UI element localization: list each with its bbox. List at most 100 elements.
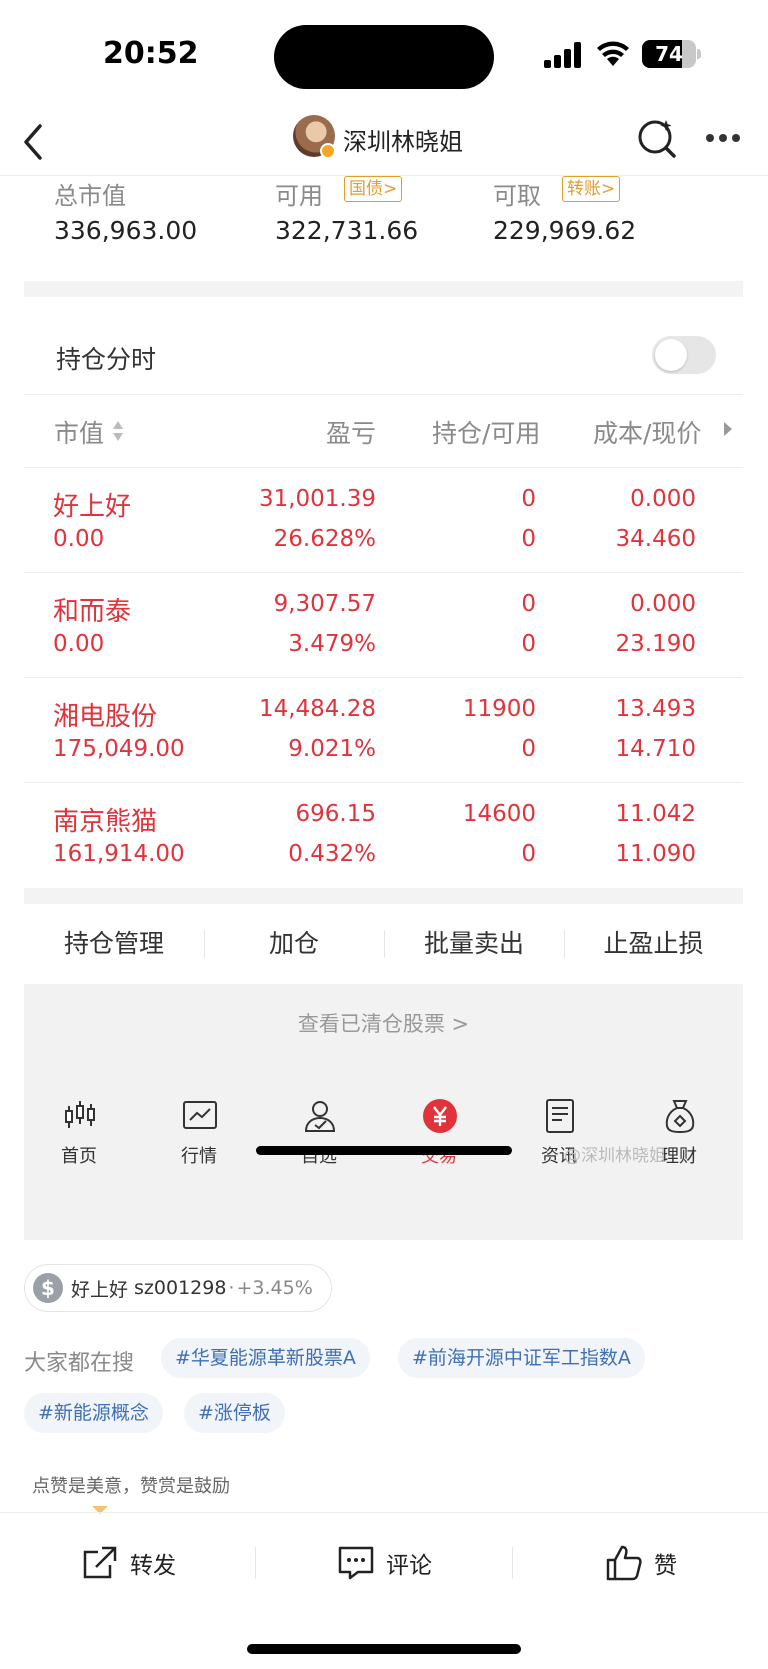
- topic-tag[interactable]: #新能源概念: [24, 1393, 163, 1433]
- back-icon[interactable]: [18, 120, 48, 164]
- share-icon: [83, 1546, 117, 1579]
- topic-tag[interactable]: #前海开源中证军工指数A: [398, 1338, 645, 1378]
- position-actions: 持仓管理 加仓 批量卖出 止盈止损: [24, 904, 743, 984]
- position: 14600: [462, 801, 536, 827]
- inner-home-indicator: [256, 1146, 512, 1155]
- tab-home[interactable]: 首页: [24, 1086, 134, 1180]
- col-header-pnl: 盈亏: [325, 419, 376, 448]
- intraday-position-label: 持仓分时: [56, 345, 157, 374]
- intraday-position-toggle[interactable]: [652, 336, 716, 374]
- position: 0: [521, 486, 536, 512]
- more-icon[interactable]: [702, 134, 744, 144]
- batch-sell-button[interactable]: 批量卖出: [384, 904, 564, 984]
- comment-icon: [338, 1546, 374, 1580]
- holding-row[interactable]: 好上好 0.00 31,001.39 26.628% 0 0 0.000 34.…: [24, 468, 743, 572]
- tab-trade[interactable]: 交易: [384, 1086, 494, 1180]
- add-position-button[interactable]: 加仓: [204, 904, 384, 984]
- stock-name: 南京熊猫: [53, 807, 158, 837]
- post-action-bar: 转发 评论 赞: [0, 1512, 768, 1612]
- topic-tag[interactable]: #华夏能源革新股票A: [161, 1338, 370, 1378]
- col-header-position: 持仓/可用: [432, 419, 541, 448]
- pnl-percent: 26.628%: [273, 526, 376, 552]
- comment-label: 评论: [386, 1553, 432, 1579]
- pnl-percent: 3.479%: [288, 631, 376, 657]
- divider: [512, 1547, 513, 1579]
- holding-row[interactable]: 湘电股份 175,049.00 14,484.28 9.021% 11900 0…: [24, 678, 743, 782]
- tab-market[interactable]: 行情: [144, 1086, 254, 1180]
- verified-badge-icon: [320, 143, 336, 159]
- price: 14.710: [615, 736, 696, 762]
- treasury-tag[interactable]: 国债>: [344, 176, 403, 202]
- pnl-amount: 9,307.57: [273, 591, 376, 617]
- sort-icon[interactable]: [112, 420, 124, 442]
- document-icon: [546, 1099, 574, 1133]
- view-cleared-stocks-link[interactable]: 查看已清仓股票 >: [24, 1008, 743, 1038]
- market-value: 175,049.00: [53, 736, 185, 762]
- section-divider: [24, 888, 743, 904]
- stop-profit-loss-button[interactable]: 止盈止损: [564, 904, 743, 984]
- pnl-percent: 9.021%: [288, 736, 376, 762]
- topic-tag[interactable]: #涨停板: [184, 1393, 285, 1433]
- price: 34.460: [615, 526, 696, 552]
- home-indicator: [247, 1644, 521, 1654]
- stock-name: 和而泰: [53, 597, 132, 627]
- page-title[interactable]: 深圳林晓姐: [343, 122, 463, 157]
- like-button[interactable]: 赞: [604, 1543, 677, 1583]
- battery-tip: [697, 49, 701, 59]
- cost: 13.493: [615, 696, 696, 722]
- separator-dot: ·: [228, 1277, 235, 1299]
- market-value: 0.00: [53, 631, 105, 657]
- share-button[interactable]: 转发: [80, 1543, 176, 1583]
- search-icon[interactable]: [636, 116, 680, 160]
- stock-chip-code: sz001298: [134, 1277, 227, 1299]
- pnl-amount: 14,484.28: [258, 696, 376, 722]
- pnl-amount: 31,001.39: [258, 486, 376, 512]
- thumbs-up-icon: [606, 1545, 642, 1581]
- reward-hint[interactable]: 点赞是美意，赞赏是鼓励: [32, 1472, 230, 1498]
- trending-searches-label: 大家都在搜: [24, 1351, 135, 1376]
- stock-chip[interactable]: $ 好上好 sz001298 · +3.45%: [24, 1264, 332, 1312]
- comment-button[interactable]: 评论: [336, 1543, 432, 1583]
- price: 23.190: [615, 631, 696, 657]
- pnl-amount: 696.15: [295, 801, 376, 827]
- share-label: 转发: [130, 1553, 176, 1579]
- cost: 0.000: [630, 591, 696, 617]
- tab-label: 首页: [61, 1146, 97, 1167]
- divider: [24, 394, 743, 395]
- tab-label: 行情: [181, 1146, 217, 1167]
- candlestick-icon: [65, 1101, 95, 1128]
- dollar-icon: $: [33, 1273, 63, 1303]
- transfer-tag[interactable]: 转账>: [562, 176, 621, 202]
- holding-row[interactable]: 南京熊猫 161,914.00 696.15 0.432% 14600 0 11…: [24, 783, 743, 887]
- battery-level: 74: [655, 42, 683, 66]
- available: 0: [521, 841, 536, 867]
- position: 11900: [462, 696, 536, 722]
- manage-positions-button[interactable]: 持仓管理: [24, 904, 204, 984]
- signal-icon: [544, 42, 584, 68]
- pnl-percent: 0.432%: [288, 841, 376, 867]
- toggle-knob: [655, 339, 687, 371]
- watermark: @深圳林晓姐: [564, 1146, 666, 1166]
- available-value: 322,731.66: [275, 216, 419, 245]
- cost: 0.000: [630, 486, 696, 512]
- available: 0: [521, 526, 536, 552]
- holding-row[interactable]: 和而泰 0.00 9,307.57 3.479% 0 0 0.000 23.19…: [24, 573, 743, 677]
- section-divider: [24, 281, 743, 297]
- dynamic-island: [274, 25, 494, 89]
- status-time: 20:52: [103, 36, 199, 71]
- position: 0: [521, 591, 536, 617]
- withdrawable-label: 可取: [493, 182, 541, 210]
- stock-chip-name: 好上好: [71, 1278, 129, 1301]
- battery-icon: 74: [642, 40, 696, 68]
- available: 0: [521, 631, 536, 657]
- market-value: 0.00: [53, 526, 105, 552]
- scroll-right-icon[interactable]: [724, 422, 732, 436]
- stock-chip-change: +3.45%: [236, 1277, 313, 1299]
- available: 0: [521, 736, 536, 762]
- status-bar: 20:52 74: [0, 0, 768, 110]
- tab-watchlist[interactable]: 自选: [264, 1086, 374, 1180]
- trading-screenshot: 总市值 336,963.00 可用 国债> 322,731.66 可取 转账> …: [24, 176, 743, 1240]
- col-header-market-value[interactable]: 市值: [54, 414, 104, 450]
- price: 11.090: [615, 841, 696, 867]
- person-check-icon: [304, 1101, 336, 1132]
